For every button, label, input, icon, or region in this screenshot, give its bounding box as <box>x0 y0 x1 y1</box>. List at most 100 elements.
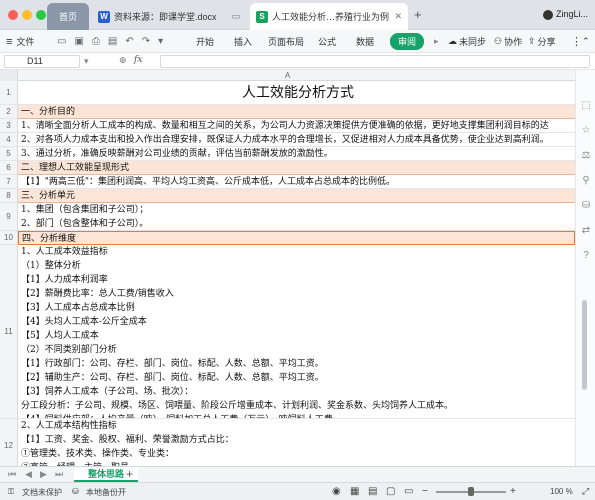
cell-a9[interactable]: 1、集团（包含集团和子公司）； 2、部门（包含整体和子公司）。 <box>18 203 575 231</box>
maximize-window-icon[interactable] <box>36 10 46 20</box>
share-side-icon[interactable]: ⇄ <box>580 225 592 237</box>
collab-icon: ⚇ <box>494 36 503 46</box>
tab-analysis-sheet-label: 人工效能分析…养殖行业为例 <box>272 12 390 22</box>
vertical-scrollbar[interactable]: ⬚ ☆ ⚖ ⚲ ⛁ ⇄ ? <box>575 70 595 466</box>
row-header-11[interactable]: 11 <box>0 245 18 419</box>
save-icon[interactable]: ▣ <box>74 36 83 47</box>
collapse-ribbon-icon[interactable]: ⌃ <box>582 30 590 53</box>
zoom-in-button[interactable]: + <box>510 486 516 497</box>
collab-button[interactable]: ⚇ 协作 <box>494 30 522 53</box>
menu-formula[interactable]: 公式 <box>318 30 336 53</box>
cell-text-line: 【3】饲养人工成本（子公司、场、批次）： <box>21 387 194 397</box>
cell-a8[interactable]: 三、分析单元 <box>18 189 575 203</box>
style-tool-icon[interactable]: ☆ <box>580 125 592 137</box>
row-header-3[interactable]: 3 <box>0 119 18 133</box>
more-menu-icon[interactable]: ▸ <box>434 30 439 53</box>
column-header-a[interactable]: A <box>0 70 575 81</box>
cell-a7[interactable]: 【1】"两高三低"：集团利润高、平均人均工资高、公斤成本低，人工成本占总成本的比… <box>18 175 575 189</box>
row-header-7[interactable]: 7 <box>0 175 18 189</box>
first-sheet-icon[interactable]: ⏮ <box>8 469 16 480</box>
tab-doc-source[interactable]: W 资料来源：即课学堂.docx ▭ <box>92 3 246 30</box>
row-header-5[interactable]: 5 <box>0 147 18 161</box>
row-header-2[interactable]: 2 <box>0 105 18 119</box>
row-header-9[interactable]: 9 <box>0 203 18 231</box>
share-button[interactable]: ⇪ 分享 <box>528 30 556 53</box>
cell-a5[interactable]: 3、通过分析，准确反映薪酬对公司业绩的贡献，评估当前薪酬发放的激励性。 <box>18 147 575 161</box>
row-header-4[interactable]: 4 <box>0 133 18 147</box>
insert-function-button[interactable]: fx <box>134 55 142 65</box>
cell-a12[interactable]: 2、人工成本结构性指标 【1】工资、奖金、股权、福利、荣誉激励方式占比： ①管理类、… <box>18 419 575 466</box>
cell-a3[interactable]: 1、清晰全面分析人工成本的构成、数量和相互之间的关系，为公司人力资源决策提供方便… <box>18 119 575 133</box>
last-sheet-icon[interactable]: ⏭ <box>55 469 63 480</box>
formula-input[interactable] <box>160 55 590 68</box>
tab-analysis-sheet[interactable]: S 人工效能分析…养殖行业为例 ✕ <box>250 3 408 30</box>
row-header-8[interactable]: 8 <box>0 189 18 203</box>
row-header-6[interactable]: 6 <box>0 161 18 175</box>
cell-text-line: （2）不同类别部门分析 <box>21 345 117 355</box>
page-layout-view-icon[interactable]: ▢ <box>386 486 395 497</box>
normal-view-icon[interactable]: ▦ <box>350 486 359 497</box>
export-icon[interactable]: ▤ <box>108 36 117 47</box>
scroll-thumb[interactable] <box>582 300 587 390</box>
cell-a11[interactable]: 1、人工成本效益指标 （1）整体分析 【1】人力成本利润率 【2】薪酬费比率：总人工费… <box>18 245 575 419</box>
backup-icon[interactable]: ⛁ <box>580 200 592 212</box>
menu-page-layout[interactable]: 页面布局 <box>268 30 304 53</box>
cell-a2[interactable]: 一、分析目的 <box>18 105 575 119</box>
eye-protect-icon[interactable]: ◉ <box>332 486 341 497</box>
undo-icon[interactable]: ↶ <box>125 36 133 47</box>
spreadsheet-grid[interactable]: A 1 人工效能分析方式 2 一、分析目的 3 1、清晰全面分析人工成本的构成、数量和相互… <box>0 70 575 466</box>
print-icon[interactable]: ⎙ <box>92 36 100 47</box>
select-tool-icon[interactable]: ⬚ <box>580 100 592 112</box>
sheet-title-cell[interactable]: 人工效能分析方式 <box>18 81 575 105</box>
row-header-1[interactable]: 1 <box>0 81 18 105</box>
sync-status[interactable]: ☁ 未同步 <box>448 30 486 53</box>
reading-view-icon[interactable]: ▭ <box>404 486 413 497</box>
minimize-window-icon[interactable] <box>22 10 32 20</box>
zoom-slider-thumb[interactable] <box>468 487 474 496</box>
select-all-corner[interactable] <box>0 70 18 81</box>
column-label: A <box>284 71 291 80</box>
name-box-dropdown-icon[interactable]: ▾ <box>84 56 89 67</box>
filter-icon[interactable]: ⚲ <box>580 175 592 187</box>
zoom-cell-icon[interactable]: ⊕ <box>119 55 127 66</box>
row-header-12[interactable]: 12 <box>0 419 18 466</box>
share-icon: ⇪ <box>528 36 536 46</box>
zoom-out-button[interactable]: − <box>422 486 428 497</box>
menu-review[interactable]: 审阅 <box>390 30 425 53</box>
menu-page-layout-label: 页面布局 <box>268 37 305 47</box>
cell-name-box[interactable]: D11 <box>4 55 80 68</box>
file-menu[interactable]: ≡ 文件 <box>6 30 34 53</box>
page-break-view-icon[interactable]: ▤ <box>368 486 377 497</box>
menu-start[interactable]: 开始 <box>196 30 214 53</box>
user-avatar[interactable] <box>543 10 553 20</box>
cell-a4[interactable]: 2、对各项人力成本支出和投入作出合理安排，既保证人力成本水平的合理增长，又促进相… <box>18 133 575 147</box>
prev-sheet-icon[interactable]: ◀ <box>25 469 32 480</box>
spreadsheet-icon: S <box>256 10 268 23</box>
hamburger-menu-icon: ≡ <box>6 35 13 48</box>
new-tab-button[interactable]: + <box>414 7 422 22</box>
next-sheet-icon[interactable]: ▶ <box>40 469 47 480</box>
user-name[interactable]: ZingLi... <box>556 9 588 19</box>
quick-access: ▭ ▣ ⎙ ▤ ↶ ↷ ▾ <box>57 30 163 53</box>
zoom-level[interactable]: 100 % <box>550 487 573 496</box>
menu-insert[interactable]: 插入 <box>234 30 252 53</box>
overflow-menu-icon[interactable]: ⋮ <box>571 30 582 53</box>
expand-icon[interactable]: ⤢ <box>582 486 589 497</box>
help-icon[interactable]: ? <box>580 250 592 262</box>
close-window-icon[interactable] <box>8 10 18 20</box>
local-backup-status[interactable]: 本地备份开 <box>86 487 126 498</box>
tab-pin-icon[interactable]: ▭ <box>231 11 240 22</box>
redo-icon[interactable]: ↷ <box>142 36 150 47</box>
more-icon[interactable]: ▾ <box>158 36 163 47</box>
cell-a6[interactable]: 二、理想人工效能呈现形式 <box>18 161 575 175</box>
document-protect-status[interactable]: 文档未保护 <box>22 487 62 498</box>
tab-close-icon[interactable]: ✕ <box>394 11 402 22</box>
cell-a10[interactable]: 四、分析维度 <box>18 231 575 245</box>
add-sheet-button[interactable]: + <box>126 467 133 481</box>
row-header-10[interactable]: 10 <box>0 231 18 245</box>
cell-text-line: ①管理类、技术类、操作类、专业类： <box>21 449 175 459</box>
properties-icon[interactable]: ⚖ <box>580 150 592 162</box>
tab-home[interactable]: 首页 <box>47 3 89 30</box>
menu-data[interactable]: 数据 <box>356 30 374 53</box>
folder-icon[interactable]: ▭ <box>57 36 66 47</box>
